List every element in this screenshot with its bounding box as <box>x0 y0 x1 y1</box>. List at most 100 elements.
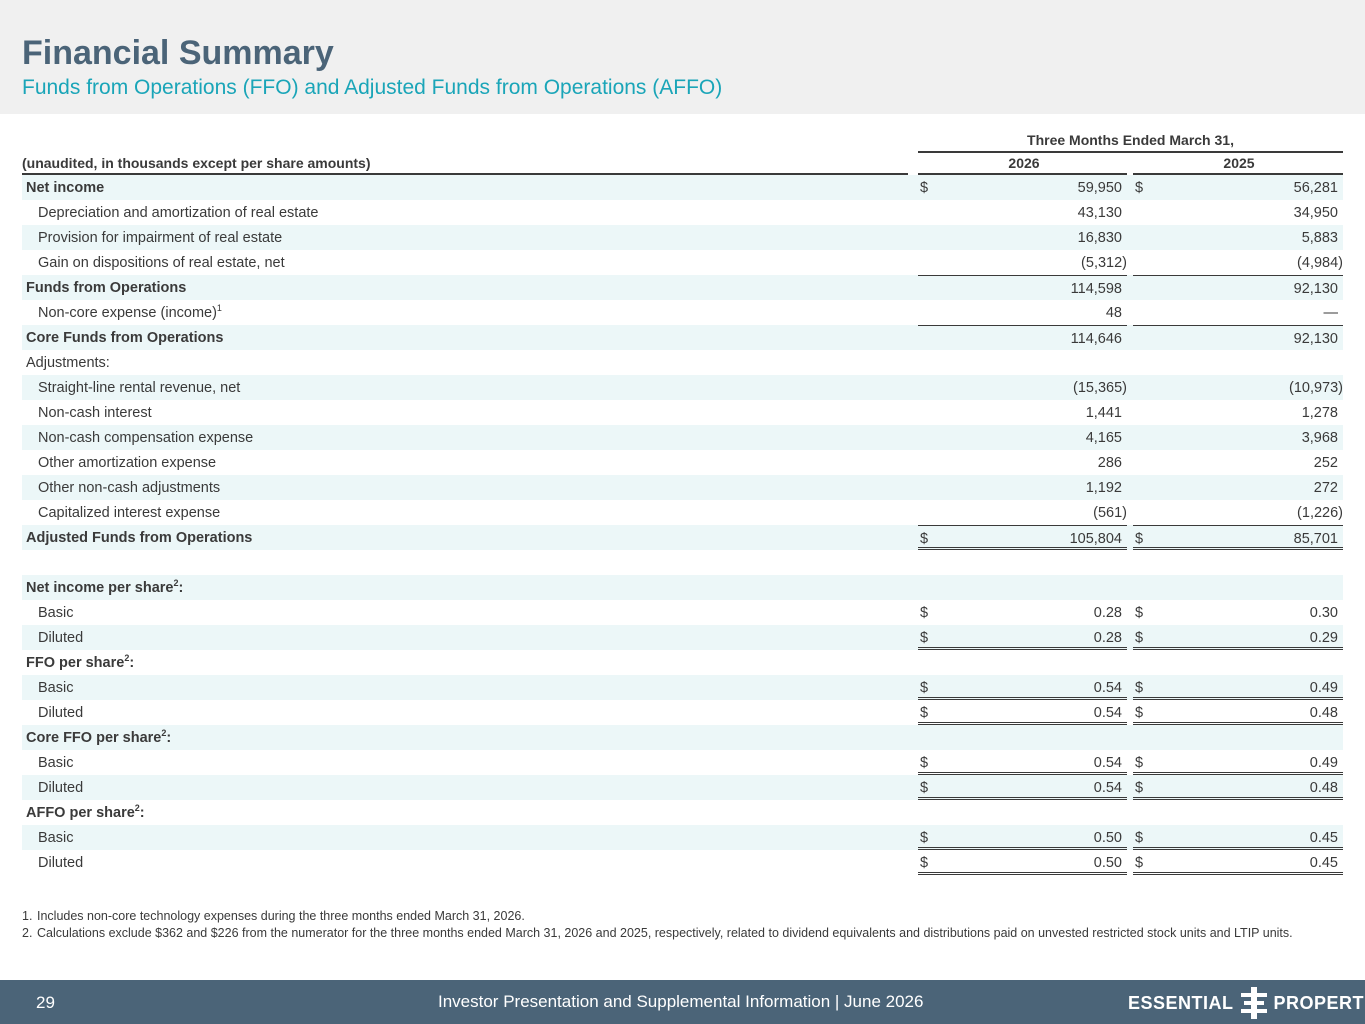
cell-value: 85,701 <box>1293 531 1338 547</box>
page-title: Financial Summary <box>22 34 334 72</box>
currency-symbol: $ <box>920 630 929 646</box>
row-label: Gain on dispositions of real estate, net <box>38 255 285 271</box>
row-label: Basic <box>38 605 73 621</box>
row-label: Net income per share2: <box>26 579 184 596</box>
value-2025: $0.29 <box>1133 625 1343 650</box>
currency-symbol: $ <box>1135 830 1144 846</box>
period-heading-rule <box>918 151 1343 153</box>
label-suffix: : <box>166 730 172 746</box>
row-label: Diluted <box>38 780 83 796</box>
row-label-text: FFO per share <box>26 655 125 671</box>
slide-footer: 29 Investor Presentation and Supplementa… <box>0 980 1365 1024</box>
value-2026: (5,312) <box>918 250 1127 275</box>
value-2025: $0.48 <box>1133 775 1343 800</box>
footnotes: 1. Includes non-core technology expenses… <box>22 908 1322 942</box>
value-2025: 92,130 <box>1133 325 1343 350</box>
row-label: Provision for impairment of real estate <box>38 230 282 246</box>
cell-value: — <box>1323 305 1339 321</box>
table-row: FFO per share2: <box>22 650 1343 675</box>
table-row: Other non-cash adjustments 1,192 272 <box>22 475 1343 500</box>
cell-value: 0.48 <box>1309 705 1338 721</box>
value-2025: 92,130 <box>1133 275 1343 300</box>
table-row: Net income $59,950 $56,281 <box>22 175 1343 200</box>
label-suffix: : <box>178 580 184 596</box>
currency-symbol: $ <box>920 605 929 621</box>
cell-value: (5,312) <box>1081 255 1127 271</box>
row-label-text: Other amortization expense <box>38 455 217 471</box>
value-2026: (561) <box>918 500 1127 525</box>
value-2025: (4,984) <box>1133 250 1343 275</box>
cell-value: 0.50 <box>1093 830 1122 846</box>
value-2025: $0.45 <box>1133 850 1343 875</box>
row-label: Basic <box>38 830 73 846</box>
value-2025: — <box>1133 300 1343 325</box>
table-row: Diluted $0.54 $0.48 <box>22 775 1343 800</box>
cell-value: 0.48 <box>1309 780 1338 796</box>
value-2026: $0.28 <box>918 625 1127 650</box>
value-2025: 3,968 <box>1133 425 1343 450</box>
table-row: Diluted $0.50 $0.45 <box>22 850 1343 875</box>
row-label: Net income <box>26 180 104 196</box>
footnote-number: 2. <box>22 926 33 940</box>
row-label: Non-cash interest <box>38 405 152 421</box>
row-label: Adjusted Funds from Operations <box>26 530 252 546</box>
row-label: Non-cash compensation expense <box>38 430 253 446</box>
row-label: Non-core expense (income)1 <box>38 304 222 321</box>
cell-value: 286 <box>1097 455 1122 471</box>
cell-value: 16,830 <box>1077 230 1122 246</box>
value-2025: (1,226) <box>1133 500 1343 525</box>
value-2026: 286 <box>918 450 1127 475</box>
value-2025: $0.30 <box>1133 600 1343 625</box>
logo-word-right: PROPERTIES <box>1273 992 1365 1013</box>
logo-mark-icon <box>1240 987 1267 1019</box>
footnote-1: 1. Includes non-core technology expenses… <box>22 908 1322 925</box>
currency-symbol: $ <box>1135 680 1144 696</box>
cell-value: 0.50 <box>1093 855 1122 871</box>
cell-value: 0.28 <box>1093 630 1122 646</box>
row-label: Diluted <box>38 855 83 871</box>
currency-symbol: $ <box>920 680 929 696</box>
currency-symbol: $ <box>1135 605 1144 621</box>
value-2026: 1,192 <box>918 475 1127 500</box>
cell-value: 0.30 <box>1309 605 1338 621</box>
page-number: 29 <box>36 993 55 1012</box>
row-label-text: Basic <box>38 680 74 696</box>
row-label-text: Core FFO per share <box>26 730 162 746</box>
table-row: Basic $0.50 $0.45 <box>22 825 1343 850</box>
footer-text: Investor Presentation and Supplemental I… <box>438 992 924 1011</box>
row-label: Other non-cash adjustments <box>38 480 220 496</box>
value-2025: 5,883 <box>1133 225 1343 250</box>
value-2026: 48 <box>918 300 1127 325</box>
period-heading: Three Months Ended March 31, <box>1027 132 1234 148</box>
row-label: AFFO per share2: <box>26 804 145 821</box>
table-row <box>22 550 1343 575</box>
value-2026: $0.54 <box>918 675 1127 700</box>
year-heading-2025: 2025 <box>1223 155 1255 171</box>
table-row: Other amortization expense 286 252 <box>22 450 1343 475</box>
slide-header: Financial Summary Funds from Operations … <box>0 0 1365 114</box>
row-label: Core Funds from Operations <box>26 330 223 346</box>
row-label-text: Non-cash interest <box>38 405 152 421</box>
row-label-text: Straight-line rental revenue, net <box>38 380 241 396</box>
currency-symbol: $ <box>1135 180 1144 196</box>
table-row: Capitalized interest expense (561) (1,226) <box>22 500 1343 525</box>
cell-value: 56,281 <box>1293 180 1338 196</box>
table-row: Non-cash interest 1,441 1,278 <box>22 400 1343 425</box>
cell-value: 0.45 <box>1309 855 1338 871</box>
row-label-text: Non-cash compensation expense <box>38 430 254 446</box>
value-2026: $0.28 <box>918 600 1127 625</box>
cell-value: 0.49 <box>1309 755 1338 771</box>
label-column-heading: (unaudited, in thousands except per shar… <box>22 155 371 171</box>
currency-symbol: $ <box>920 855 929 871</box>
row-label-text: Diluted <box>38 780 84 796</box>
value-2026: $0.50 <box>918 825 1127 850</box>
table-row: Core Funds from Operations 114,646 92,130 <box>22 325 1343 350</box>
row-label: Depreciation and amortization of real es… <box>38 205 319 221</box>
value-2026: (15,365) <box>918 375 1127 400</box>
cell-value: 1,441 <box>1085 405 1122 421</box>
row-label-text: Non-core expense (income) <box>38 305 217 321</box>
cell-value: 4,165 <box>1085 430 1122 446</box>
value-2026: $0.54 <box>918 750 1127 775</box>
value-2025: 252 <box>1133 450 1343 475</box>
cell-value: 48 <box>1105 305 1122 321</box>
